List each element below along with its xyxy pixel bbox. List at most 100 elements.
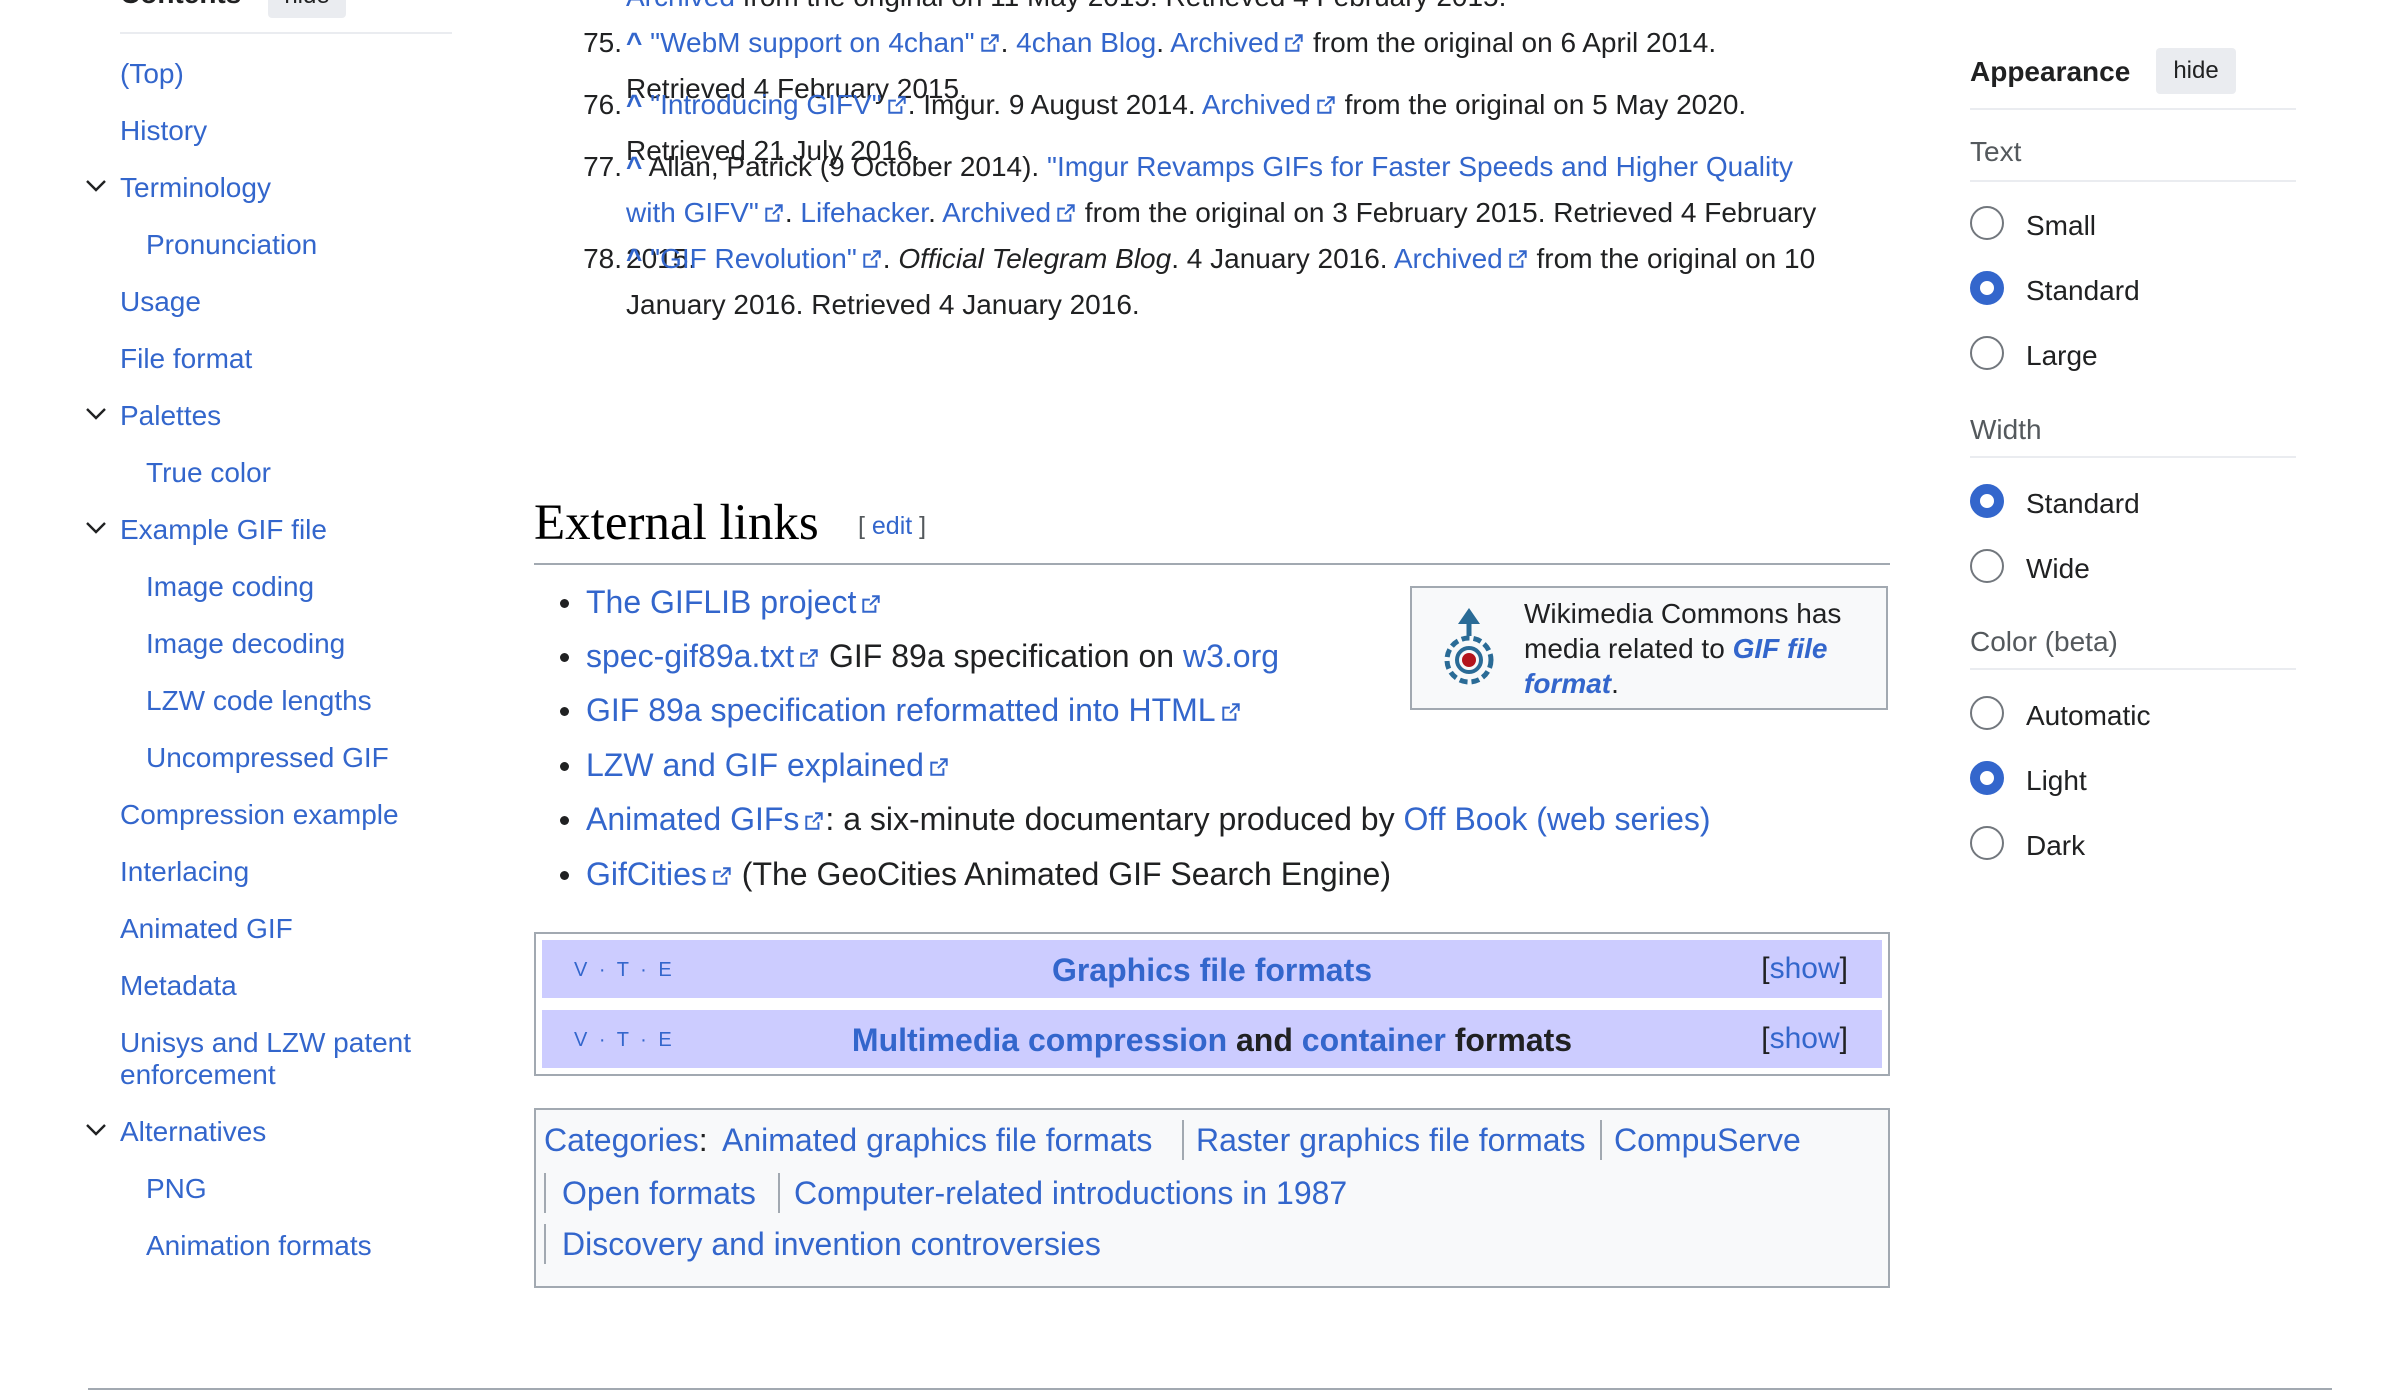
category-link[interactable]: CompuServe [1614,1120,1801,1160]
publisher-text: Imgur. 9 August 2014. [923,89,1196,120]
reference-author: Allan, Patrick (9 October 2014). [648,151,1040,182]
reference-title-link[interactable]: "WebM support on 4chan" [650,27,974,58]
table-of-contents: Contents hide (Top) History Terminology … [0,0,460,1290]
category-link[interactable]: Discovery and invention controversies [562,1224,1101,1264]
radio-button[interactable] [1970,826,2004,860]
external-link[interactable]: LZW and GIF explained [586,747,924,783]
external-link-icon [800,649,818,667]
wiki-link[interactable]: Off Book (web series) [1403,801,1710,837]
reference-number: 77. [583,151,622,182]
reference-title-link[interactable]: "Introducing GIFV" [650,89,882,120]
navbox-title-text: formats [1445,1022,1573,1058]
backlink-caret[interactable]: ^ [626,27,642,58]
show-link[interactable]: show [1770,1022,1840,1055]
category-separator [778,1173,780,1213]
wikimedia-commons-icon [1444,608,1494,685]
panel-divider [1970,108,2296,110]
external-link-icon [1221,703,1240,721]
backlink-caret[interactable]: ^ [626,89,642,120]
edit-section: [ edit ] [858,512,927,540]
backlink-caret[interactable]: ^ [626,243,642,274]
toc-item-compression-example[interactable]: Compression example [120,799,399,831]
archived-link[interactable]: Archived [1394,243,1503,274]
category-link[interactable]: Computer-related introductions in 1987 [794,1173,1347,1213]
radio-button-selected[interactable] [1970,484,2004,518]
archived-link[interactable]: Archived [1202,89,1311,120]
navbox-container: V · T · E Graphics file formats [show] V… [534,932,1890,1076]
navbox-title-link[interactable]: Multimedia compression [852,1022,1227,1058]
archived-link[interactable]: Archived [626,0,735,12]
appearance-hide-button[interactable]: hide [2156,48,2236,94]
reference-title-link[interactable]: "Imgur Revamps GIFs for Faster Speeds an… [1047,151,1793,182]
archived-link[interactable]: Archived [942,197,1051,228]
list-text: (The GeoCities Animated GIF Search Engin… [732,856,1391,892]
radio-button-selected[interactable] [1970,761,2004,795]
toc-item-history[interactable]: History [120,115,207,147]
section-heading: External links [534,495,819,551]
reference-title-link[interactable]: "GIF Revolution" [650,243,857,274]
radio-button[interactable] [1970,206,2004,240]
category-separator [1600,1120,1602,1160]
show-link[interactable]: show [1770,952,1840,985]
list-text: GIF 89a specification on [820,638,1183,674]
toc-item-image-decoding[interactable]: Image decoding [146,628,345,660]
toc-item-image-coding[interactable]: Image coding [146,571,314,603]
edit-link[interactable]: edit [872,512,912,540]
navbox-title-link[interactable]: Graphics file formats [1052,952,1372,988]
radio-button[interactable] [1970,696,2004,730]
archived-link[interactable]: Archived [1170,27,1279,58]
external-link[interactable]: GIF 89a specification reformatted into H… [586,692,1216,728]
footer-divider [88,1388,2332,1390]
toc-hide-button[interactable]: hide [268,0,346,18]
category-link[interactable]: Raster graphics file formats [1196,1120,1585,1160]
toc-item-metadata[interactable]: Metadata [120,970,237,1002]
navbox-toggle[interactable]: [show] [1761,952,1848,986]
external-link[interactable]: The GIFLIB project [586,584,856,620]
toc-item-png[interactable]: PNG [146,1173,207,1205]
toc-item-palettes[interactable]: Palettes [120,400,221,432]
categories-label[interactable]: Categories [544,1122,699,1158]
reference-title-link[interactable]: with GIFV" [626,197,759,228]
backlink-caret[interactable]: ^ [626,151,642,182]
external-link[interactable]: spec-gif89a.txt [586,638,794,674]
chevron-down-icon[interactable] [84,516,108,540]
radio-label: Standard [2026,488,2140,519]
toc-item-true-color[interactable]: True color [146,457,271,489]
toc-item-animated-gif[interactable]: Animated GIF [120,913,293,945]
navbox-toggle[interactable]: [show] [1761,1022,1848,1056]
chevron-down-icon[interactable] [84,1118,108,1142]
toc-item-usage[interactable]: Usage [120,286,201,318]
chevron-down-icon[interactable] [84,402,108,426]
toc-title: Contents [120,0,241,10]
toc-item-lzw-code-lengths[interactable]: LZW code lengths [146,685,372,717]
toc-item-example-gif-file[interactable]: Example GIF file [120,514,327,546]
toc-item-file-format[interactable]: File format [120,343,252,375]
chevron-down-icon[interactable] [84,174,108,198]
toc-item-pronunciation[interactable]: Pronunciation [146,229,317,261]
toc-item-interlacing[interactable]: Interlacing [120,856,249,888]
toc-item-top[interactable]: (Top) [120,58,184,90]
reference-text: January 2016. Retrieved 4 January 2016. [626,289,1140,320]
toc-item-animation-formats[interactable]: Animation formats [146,1230,372,1262]
commons-text: Wikimedia Commons has media related to G… [1524,596,1874,701]
toc-item-unisys-lzw[interactable]: Unisys and LZW patent enforcement [120,1027,440,1091]
external-link-icon [863,250,881,268]
reference-number: 76. [583,89,622,120]
external-link-icon [930,758,948,776]
toc-item-uncompressed-gif[interactable]: Uncompressed GIF [146,742,389,774]
radio-button[interactable] [1970,336,2004,370]
commons-period: . [1611,668,1619,699]
navbox-title-link[interactable]: container [1302,1022,1446,1058]
category-separator [544,1224,546,1264]
publisher-link[interactable]: Lifehacker [800,197,928,228]
category-link[interactable]: Animated graphics file formats [722,1120,1152,1160]
external-link[interactable]: Animated GIFs [586,801,799,837]
publisher-link[interactable]: 4chan Blog [1016,27,1156,58]
radio-button[interactable] [1970,549,2004,583]
radio-button-selected[interactable] [1970,271,2004,305]
category-link[interactable]: Open formats [562,1173,756,1213]
external-link[interactable]: w3.org [1183,638,1279,674]
toc-item-terminology[interactable]: Terminology [120,172,271,204]
external-link[interactable]: GifCities [586,856,707,892]
toc-item-alternatives[interactable]: Alternatives [120,1116,266,1148]
